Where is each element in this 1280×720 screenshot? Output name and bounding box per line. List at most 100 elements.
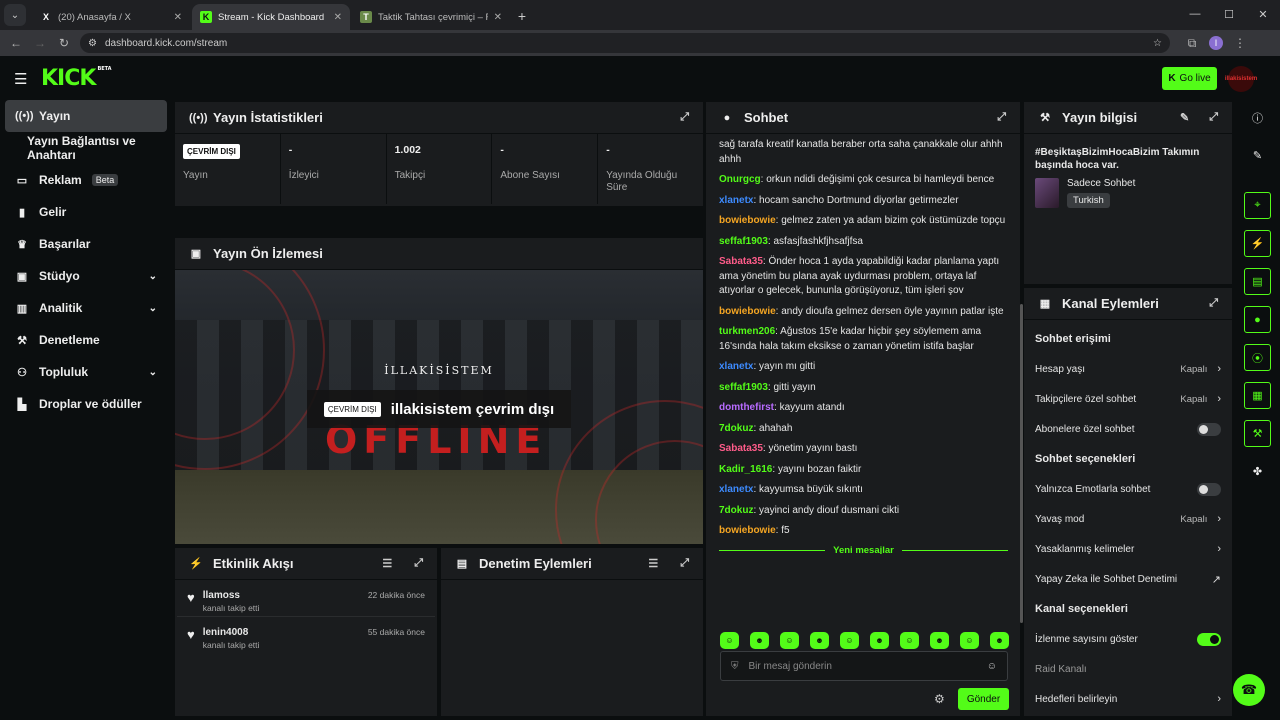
emote-icon[interactable]: ☻ [930,632,949,649]
chat-username[interactable]: 7dokuz [719,423,753,434]
pop-out-icon[interactable]: ⤢ [1209,111,1218,124]
emote-icon[interactable]: ☻ [750,632,769,649]
forward-icon[interactable]: → [28,36,52,50]
sidebar-item-analitik[interactable]: ▥ Analitik ⌄ [5,292,167,324]
emote-icon[interactable]: ☻ [810,632,829,649]
site-info-icon[interactable]: ⚙ [88,38,97,49]
filter-icon[interactable]: ☰ [382,557,392,570]
emote-icon[interactable]: ☺ [960,632,979,649]
chat-username[interactable]: Kadir_1616 [719,464,772,475]
edit-pencil-icon[interactable]: ✎ [1180,111,1189,124]
chat-username[interactable]: bowiebowie [719,306,776,317]
setting-row[interactable]: Hedefleri belirleyin › [1024,684,1232,714]
stream-preview-image[interactable]: OFFLINE İLLAKİSİSTEM ÇEVRİM DIŞI illakis… [175,270,703,544]
chat-username[interactable]: xlanetx [719,484,753,495]
profile-avatar[interactable]: I [1204,36,1228,50]
bookmark-star-icon[interactable]: ☆ [1153,38,1162,49]
setting-row[interactable]: Raid Kanalı [1024,654,1232,684]
emote-icon[interactable]: ☺ [720,632,739,649]
chat-username[interactable]: domthefirst [719,402,774,413]
close-tab-icon[interactable]: ✕ [174,12,182,23]
maximize-icon[interactable]: ☐ [1212,0,1246,28]
url-field[interactable]: ⚙ dashboard.kick.com/stream ☆ [80,33,1170,53]
sidebar-item-droplar[interactable]: ▙ Droplar ve ödüller [5,388,167,420]
chat-username[interactable]: Onurgcg [719,174,761,185]
browser-tab-x[interactable]: X (20) Anasayfa / X ✕ [32,4,190,30]
emote-icon[interactable]: ☻ [990,632,1009,649]
chat-messages[interactable]: sağ tarafa kreatif kanatla beraber orta … [706,134,1020,554]
toggle-switch[interactable] [1197,422,1221,436]
back-icon[interactable]: ← [4,36,28,50]
browser-tab-kick[interactable]: K Stream - Kick Dashboard ✕ [192,4,350,30]
minimize-icon[interactable]: — [1178,0,1212,28]
chat-bubble-icon[interactable]: ● [1244,306,1271,333]
menu-icon[interactable]: ☰ [14,70,28,88]
browser-tab-tactics[interactable]: T Taktik Tahtası çevrimiçi – Futbol ✕ [352,4,510,30]
setting-row[interactable]: Hesap yaşı Kapalı › [1024,354,1232,384]
emote-icon[interactable]: ☺ [780,632,799,649]
reload-icon[interactable]: ↻ [52,36,76,50]
sidebar-item-gelir[interactable]: ▮ Gelir [5,196,167,228]
category-thumbnail[interactable] [1035,178,1059,208]
chat-username[interactable]: 7dokuz [719,505,753,516]
chat-username[interactable]: xlanetx [719,361,753,372]
sidebar-item-studyo[interactable]: ▣ Stüdyo ⌄ [5,260,167,292]
setting-row[interactable]: Yalnızca Emotlarla sohbet [1024,474,1232,504]
kick-logo[interactable]: KICK BETA [41,66,112,91]
toggle-switch[interactable] [1197,632,1221,646]
pop-out-icon[interactable]: ⤢ [680,111,689,124]
wrench-icon[interactable]: ⚒ [1244,420,1271,447]
emote-icon[interactable]: ☺ [840,632,859,649]
bolt-icon[interactable]: ⚡ [1244,230,1271,257]
setting-row[interactable]: Yapay Zeka ile Sohbet Denetimi ↗ [1024,564,1232,594]
setting-row[interactable]: Yasaklanmış kelimeler › [1024,534,1232,564]
sidebar-item-topluluk[interactable]: ⚇ Topluluk ⌄ [5,356,167,388]
category-name[interactable]: Sadece Sohbet [1067,178,1135,189]
close-tab-icon[interactable]: ✕ [334,12,342,23]
target-icon[interactable]: ⌖ [1244,192,1271,219]
emote-icon[interactable]: ☻ [870,632,889,649]
setting-row[interactable]: Abonelere özel sohbet [1024,414,1232,444]
browser-menu-icon[interactable]: ⋮ [1228,36,1252,50]
new-tab-icon[interactable]: + [510,4,534,28]
setting-row[interactable]: Takipçilere özel sohbet Kapalı › [1024,384,1232,414]
follower-name[interactable]: llamoss [203,590,260,601]
pop-out-icon[interactable]: ⤢ [680,557,689,570]
chat-settings-gear-icon[interactable]: ⚙ [934,692,945,706]
chat-username[interactable]: turkmen206 [719,326,775,337]
setting-row[interactable]: İzlenme sayısını göster [1024,624,1232,654]
filter-icon[interactable]: ☰ [648,557,658,570]
info-icon[interactable]: ⓘ [1244,104,1271,131]
avatar[interactable]: illakisistem [1225,66,1257,92]
go-live-button[interactable]: K Go live [1162,67,1217,90]
close-tab-icon[interactable]: ✕ [494,12,502,23]
pop-out-icon[interactable]: ⤢ [1209,297,1218,310]
pencil-icon[interactable]: ✎ [1244,142,1271,169]
chat-username[interactable]: bowiebowie [719,215,776,226]
extensions-icon[interactable]: ⧉ [1180,36,1204,51]
broadcast-icon[interactable]: ⦿ [1244,344,1271,371]
sidebar-item-reklam[interactable]: ▭ Reklam Beta [5,164,167,196]
support-chat-icon[interactable]: ☎ [1233,674,1265,706]
chat-scrollbar[interactable] [1020,304,1023,623]
pop-out-icon[interactable]: ⤢ [414,557,423,570]
emoji-picker-icon[interactable]: ☺ [987,661,997,672]
log-icon[interactable]: ▤ [1244,268,1271,295]
chat-username[interactable]: seffaf1903 [719,236,768,247]
chat-input[interactable]: ⛨ Bir mesaj gönderin ☺ [720,651,1008,681]
chat-username[interactable]: xlanetx [719,195,753,206]
follower-name[interactable]: lenin4008 [203,627,260,638]
close-window-icon[interactable]: ✕ [1246,0,1280,28]
sidebar-item-denetleme[interactable]: ⚒ Denetleme [5,324,167,356]
chat-username[interactable]: Sabata35 [719,443,763,454]
toggle-switch[interactable] [1197,482,1221,496]
sidebar-item-yayin[interactable]: ((•)) Yayın [5,100,167,132]
layout-icon[interactable]: ▦ [1244,382,1271,409]
chat-username[interactable]: seffaf1903 [719,382,768,393]
apps-icon[interactable]: ✤ [1244,458,1271,485]
tab-search-icon[interactable]: ⌄ [4,4,26,26]
sidebar-item-basarilar[interactable]: ♛ Başarılar [5,228,167,260]
send-button[interactable]: Gönder [958,688,1009,710]
pop-out-icon[interactable]: ⤢ [997,111,1006,124]
sidebar-item-stream-key[interactable]: Yayın Bağlantısı ve Anahtarı [5,132,167,164]
